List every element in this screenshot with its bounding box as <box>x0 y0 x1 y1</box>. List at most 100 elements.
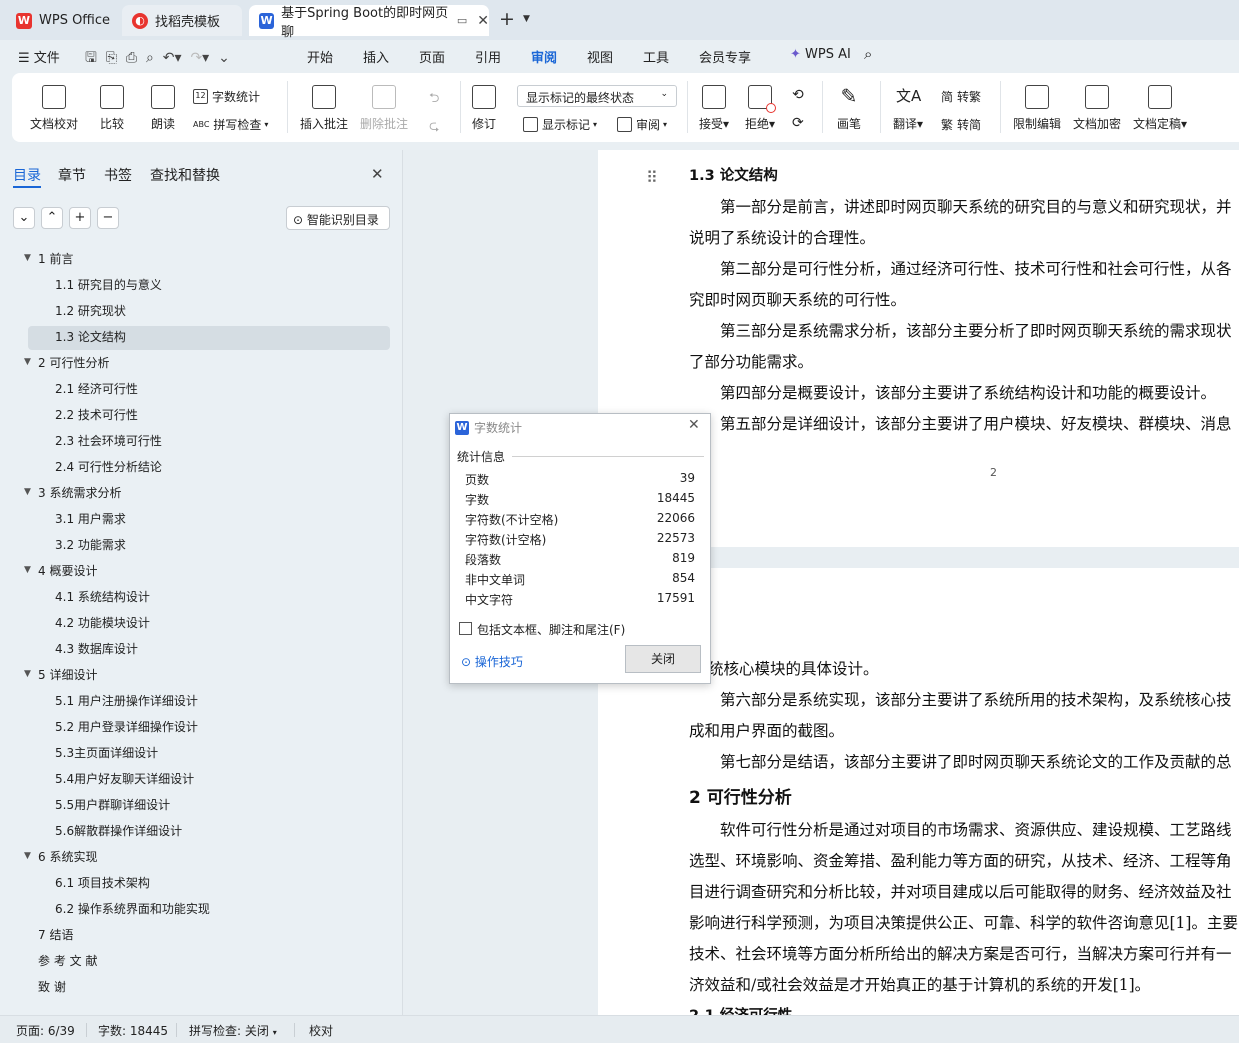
page-indicator[interactable]: 页面: 6/39 <box>16 1022 75 1039</box>
to-simplified-button[interactable]: 繁转简 <box>941 116 981 133</box>
file-menu[interactable]: ☰ 文件 <box>18 47 60 66</box>
close-icon[interactable]: ✕ <box>371 165 384 183</box>
pen-button[interactable]: ✎ 画笔 <box>837 85 861 132</box>
toc-item[interactable]: 5.5用户群聊详细设计 <box>55 796 170 813</box>
nav-tab-find-replace[interactable]: 查找和替换 <box>150 165 220 185</box>
close-tab-icon[interactable]: ✕ <box>477 13 489 29</box>
markup-state-select[interactable]: 显示标记的最终状态 ⌄ <box>517 85 677 107</box>
chevron-down-icon[interactable]: ▼ <box>523 14 530 24</box>
toc-item[interactable]: 5.3主页面详细设计 <box>55 744 158 761</box>
close-icon[interactable]: ✕ <box>688 417 700 433</box>
toc-item[interactable]: 2.4 可行性分析结论 <box>55 458 162 475</box>
toc-item[interactable]: 致 谢 <box>38 978 66 995</box>
toc-item[interactable]: 1.3 论文结构 <box>55 328 126 345</box>
status-bar: 页面: 6/39 字数: 18445 拼写检查: 关闭 ▾ 校对 <box>0 1015 1239 1043</box>
smart-toc-button[interactable]: ⊙ 智能识别目录 <box>286 206 390 230</box>
toc-item[interactable]: 4 概要设计 <box>38 562 97 579</box>
toc-item[interactable]: 参 考 文 献 <box>38 952 97 969</box>
monitor-icon[interactable]: ▭ <box>457 14 467 27</box>
expand-triangle-icon[interactable]: ▼ <box>24 565 31 575</box>
search-icon[interactable]: ⌕ <box>864 45 872 63</box>
expand-triangle-icon[interactable]: ▼ <box>24 487 31 497</box>
reject-button[interactable]: 拒绝▾ <box>745 85 777 132</box>
toc-item[interactable]: 6.2 操作系统界面和功能实现 <box>55 900 210 917</box>
toc-item[interactable]: 5.1 用户注册操作详细设计 <box>55 692 198 709</box>
collapse-all-button[interactable]: ⌄ <box>13 207 35 229</box>
spell-check-status[interactable]: 拼写检查: 关闭 ▾ <box>189 1022 277 1039</box>
toc-item[interactable]: 1.2 研究现状 <box>55 302 126 319</box>
tab-document[interactable]: W 基于Spring Boot的即时网页聊 ▭ ✕ <box>249 5 489 40</box>
menu-tools[interactable]: 工具 <box>643 47 669 66</box>
previous-comment-icon[interactable]: ⮌ <box>429 89 439 111</box>
read-aloud-button[interactable]: 朗读 <box>151 85 175 132</box>
expand-triangle-icon[interactable]: ▼ <box>24 253 31 263</box>
delete-comment-button[interactable]: 删除批注 <box>360 85 408 132</box>
menu-insert[interactable]: 插入 <box>363 47 389 66</box>
next-change-icon[interactable]: ⟳ <box>792 115 804 131</box>
word-count-indicator[interactable]: 字数: 18445 <box>98 1022 168 1039</box>
remove-heading-button[interactable]: − <box>97 207 119 229</box>
track-changes-button[interactable]: 修订 <box>472 85 496 132</box>
proof-status[interactable]: 校对 <box>309 1022 333 1039</box>
proof-button[interactable]: 文档校对 <box>30 85 78 132</box>
tips-link[interactable]: ⊙ 操作技巧 <box>461 653 523 670</box>
restrict-edit-button[interactable]: 限制编辑 <box>1013 85 1061 132</box>
word-count-button[interactable]: 12 字数统计 <box>193 88 260 105</box>
toc-item[interactable]: 5.4用户好友聊天详细设计 <box>55 770 194 787</box>
menu-reference[interactable]: 引用 <box>475 47 501 66</box>
docer-icon: ◐ <box>132 12 148 29</box>
toc-item[interactable]: 4.1 系统结构设计 <box>55 588 150 605</box>
close-button[interactable]: 关闭 <box>625 645 701 673</box>
menu-member[interactable]: 会员专享 <box>699 47 751 66</box>
expand-triangle-icon[interactable]: ▼ <box>24 851 31 861</box>
expand-triangle-icon[interactable]: ▼ <box>24 669 31 679</box>
toc-item[interactable]: 6 系统实现 <box>38 848 97 865</box>
to-traditional-button[interactable]: 简转繁 <box>941 88 981 105</box>
nav-tab-sections[interactable]: 章节 <box>58 165 86 185</box>
toc-item[interactable]: 3.2 功能需求 <box>55 536 126 553</box>
expand-triangle-icon[interactable]: ▼ <box>24 357 31 367</box>
toc-item[interactable]: 2.1 经济可行性 <box>55 380 138 397</box>
insert-comment-button[interactable]: 插入批注 <box>300 85 348 132</box>
toc-item[interactable]: 5.2 用户登录详细操作设计 <box>55 718 198 735</box>
review-pane-button[interactable]: 审阅 ▾ <box>617 116 667 133</box>
toc-item[interactable]: 3.1 用户需求 <box>55 510 126 527</box>
encrypt-button[interactable]: 文档加密 <box>1073 85 1121 132</box>
add-heading-button[interactable]: + <box>69 207 91 229</box>
menu-review[interactable]: 审阅 <box>531 47 557 66</box>
spell-check-button[interactable]: ABC 拼写检查 ▾ <box>193 116 268 133</box>
page-number: 2 <box>990 466 997 479</box>
toc-item[interactable]: 4.2 功能模块设计 <box>55 614 150 631</box>
nav-tab-bookmarks[interactable]: 书签 <box>104 165 132 185</box>
toc-item[interactable]: 3 系统需求分析 <box>38 484 121 501</box>
nav-tab-toc[interactable]: 目录 <box>13 165 41 185</box>
tab-wps-office[interactable]: W WPS Office <box>6 5 118 36</box>
finalize-button[interactable]: 文档定稿▾ <box>1133 85 1187 132</box>
toc-item[interactable]: 7 结语 <box>38 926 73 943</box>
toc-item[interactable]: 4.3 数据库设计 <box>55 640 138 657</box>
toc-item[interactable]: 1.1 研究目的与意义 <box>55 276 162 293</box>
toc-item[interactable]: 2 可行性分析 <box>38 354 109 371</box>
menu-view[interactable]: 视图 <box>587 47 613 66</box>
show-markup-button[interactable]: 显示标记 ▾ <box>523 116 597 133</box>
drag-handle-icon[interactable]: ⠿ <box>646 168 659 187</box>
menu-page[interactable]: 页面 <box>419 47 445 66</box>
translate-button[interactable]: 文A 翻译▾ <box>893 85 923 132</box>
expand-up-button[interactable]: ⌃ <box>41 207 63 229</box>
toc-item[interactable]: 6.1 项目技术架构 <box>55 874 150 891</box>
new-tab-button[interactable]: + <box>499 8 515 30</box>
toc-item[interactable]: 2.2 技术可行性 <box>55 406 138 423</box>
menu-start[interactable]: 开始 <box>307 47 333 66</box>
toc-item[interactable]: 5.6解散群操作详细设计 <box>55 822 182 839</box>
toc-item[interactable]: 2.3 社会环境可行性 <box>55 432 162 449</box>
compare-button[interactable]: 比较 <box>100 85 124 132</box>
tab-template[interactable]: ◐ 找稻壳模板 <box>122 5 242 36</box>
wps-ai-button[interactable]: ✦ WPS AI <box>790 47 851 62</box>
accept-button[interactable]: 接受▾ <box>699 85 729 132</box>
toc-item[interactable]: 1 前言 <box>38 250 73 267</box>
next-comment-icon[interactable]: ⮎ <box>429 117 439 139</box>
toc-item[interactable]: 5 详细设计 <box>38 666 97 683</box>
previous-change-icon[interactable]: ⟲ <box>792 87 804 103</box>
include-textbox-checkbox[interactable] <box>459 622 472 635</box>
quick-toolbar[interactable]: 🖫 ⎘ ⎙ ⌕ ↶▾ ↷▾ ⌄ <box>85 47 230 71</box>
